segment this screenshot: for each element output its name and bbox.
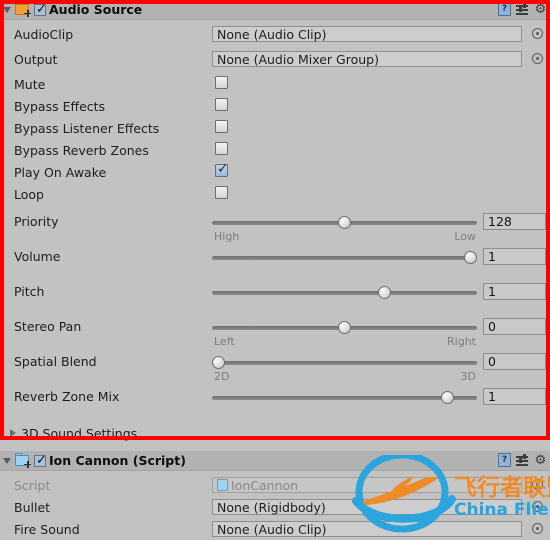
property-label-bypass-reverb-zones: Bypass Reverb Zones <box>14 142 149 158</box>
property-row-fire-sound: Fire Sound None (Audio Clip) <box>0 518 550 540</box>
object-field-fire-sound[interactable]: None (Audio Clip) <box>212 521 522 537</box>
property-row-audioclip: AudioClip None (Audio Clip) <box>0 23 550 45</box>
gear-icon[interactable]: ⚙ <box>534 3 547 16</box>
help-icon[interactable]: ? <box>498 2 511 16</box>
checkbox-loop[interactable] <box>215 186 228 199</box>
slider-subrow-stereo-pan: Left Right <box>0 335 550 351</box>
property-row-bypass-listener-effects: Bypass Listener Effects <box>0 117 550 139</box>
property-label-mute: Mute <box>14 76 46 92</box>
object-picker-icon-bullet[interactable] <box>532 501 543 512</box>
slider-max-label-spatial-blend: 3D <box>460 370 476 383</box>
foldout-3d-sound-settings[interactable]: 3D Sound Settings <box>0 421 550 445</box>
object-field-audioclip[interactable]: None (Audio Clip) <box>212 26 522 42</box>
foldout-toggle-audio-source[interactable] <box>0 0 13 19</box>
property-label-loop: Loop <box>14 186 44 202</box>
slider-subrow-priority: High Low <box>0 230 550 246</box>
property-row-play-on-awake: Play On Awake ✓ <box>0 161 550 183</box>
slider-track-pitch[interactable] <box>212 291 477 295</box>
slider-min-label-stereo-pan: Left <box>214 335 235 348</box>
property-row-bypass-effects: Bypass Effects <box>0 95 550 117</box>
property-label-bullet: Bullet <box>14 499 51 515</box>
slider-subrow-pitch <box>0 303 550 316</box>
property-label-output: Output <box>14 51 58 67</box>
property-label-play-on-awake: Play On Awake <box>14 164 107 180</box>
component-header-ion-cannon[interactable]: ✓ Ion Cannon (Script) ? ⚙ <box>0 451 550 471</box>
slider-knob-stereo-pan[interactable] <box>338 321 351 334</box>
number-field-reverb-zone-mix[interactable]: 1 <box>483 388 546 405</box>
slider-knob-spatial-blend[interactable] <box>212 356 225 369</box>
property-label-audioclip: AudioClip <box>14 26 74 42</box>
slider-track-volume[interactable] <box>212 256 477 260</box>
object-picker-icon-fire-sound[interactable] <box>532 523 543 534</box>
property-label-volume: Volume <box>14 249 61 264</box>
slider-track-reverb-zone-mix[interactable] <box>212 396 477 400</box>
object-field-output[interactable]: None (Audio Mixer Group) <box>212 51 522 67</box>
property-label-fire-sound: Fire Sound <box>14 521 80 537</box>
property-label-stereo-pan: Stereo Pan <box>14 319 82 334</box>
unity-inspector-panel: ✓ Audio Source ? ⚙ AudioClip None (Audio… <box>0 0 550 537</box>
checkbox-bypass-reverb-zones[interactable] <box>215 142 228 155</box>
property-row-output: Output None (Audio Mixer Group) <box>0 48 550 70</box>
property-label-script: Script <box>14 477 51 493</box>
slider-subrow-spatial-blend: 2D 3D <box>0 370 550 386</box>
object-field-bullet[interactable]: None (Rigidbody) <box>212 499 522 515</box>
object-picker-icon-audioclip[interactable] <box>532 28 543 39</box>
slider-knob-priority[interactable] <box>338 216 351 229</box>
property-label-bypass-listener-effects: Bypass Listener Effects <box>14 120 160 136</box>
component-title-audio-source: Audio Source <box>49 2 143 17</box>
slider-max-label-priority: Low <box>454 230 476 243</box>
slider-subrow-reverb-zone-mix <box>0 408 550 421</box>
property-label-pitch: Pitch <box>14 284 45 299</box>
property-row-pitch: Pitch 1 <box>0 281 550 303</box>
number-field-pitch[interactable]: 1 <box>483 283 546 300</box>
slider-min-label-spatial-blend: 2D <box>214 370 230 383</box>
number-field-volume[interactable]: 1 <box>483 248 546 265</box>
property-row-loop: Loop <box>0 183 550 205</box>
header-tools-ion-cannon: ? ⚙ <box>498 453 547 467</box>
component-header-audio-source[interactable]: ✓ Audio Source ? ⚙ <box>0 0 550 20</box>
property-row-script: Script IonCannon <box>0 474 550 496</box>
object-picker-icon-script[interactable] <box>532 479 543 490</box>
header-tools-audio-source: ? ⚙ <box>498 2 547 16</box>
script-file-icon <box>217 479 228 491</box>
object-picker-icon-output[interactable] <box>532 53 543 64</box>
property-row-bypass-reverb-zones: Bypass Reverb Zones <box>0 139 550 161</box>
preset-icon[interactable] <box>516 453 529 467</box>
slider-subrow-volume <box>0 268 550 281</box>
script-icon <box>15 452 31 468</box>
number-field-stereo-pan[interactable]: 0 <box>483 318 546 335</box>
slider-min-label-priority: High <box>214 230 240 243</box>
foldout-label-3d-sound-settings: 3D Sound Settings <box>21 425 138 441</box>
slider-knob-reverb-zone-mix[interactable] <box>441 391 455 404</box>
help-icon[interactable]: ? <box>498 453 511 467</box>
checkbox-mute[interactable] <box>215 76 228 89</box>
checkbox-play-on-awake[interactable]: ✓ <box>215 162 229 177</box>
component-enabled-checkbox-ion-cannon[interactable]: ✓ <box>34 454 47 467</box>
property-label-spatial-blend: Spatial Blend <box>14 354 97 369</box>
property-row-volume: Volume 1 <box>0 246 550 268</box>
object-field-script: IonCannon <box>212 477 522 493</box>
component-title-ion-cannon: Ion Cannon (Script) <box>49 453 186 468</box>
audio-source-icon <box>15 1 31 17</box>
foldout-toggle-ion-cannon[interactable] <box>0 451 13 470</box>
property-label-bypass-effects: Bypass Effects <box>14 98 106 114</box>
checkbox-bypass-effects[interactable] <box>215 98 228 111</box>
gear-icon[interactable]: ⚙ <box>534 454 547 467</box>
component-enabled-checkbox-audio-source[interactable]: ✓ <box>34 3 47 16</box>
slider-track-spatial-blend[interactable] <box>212 361 477 365</box>
slider-max-label-stereo-pan: Right <box>447 335 476 348</box>
checkbox-bypass-listener-effects[interactable] <box>215 120 228 133</box>
property-label-reverb-zone-mix: Reverb Zone Mix <box>14 389 120 404</box>
object-field-value-script: IonCannon <box>231 477 299 493</box>
property-row-bullet: Bullet None (Rigidbody) <box>0 496 550 518</box>
number-field-spatial-blend[interactable]: 0 <box>483 353 546 370</box>
slider-knob-volume[interactable] <box>464 251 477 264</box>
preset-icon[interactable] <box>516 2 529 16</box>
number-field-priority[interactable]: 128 <box>483 213 546 230</box>
property-label-priority: Priority <box>14 214 59 229</box>
slider-knob-pitch[interactable] <box>378 286 392 299</box>
property-row-reverb-zone-mix: Reverb Zone Mix 1 <box>0 386 550 408</box>
chevron-right-icon <box>10 429 16 437</box>
property-row-mute: Mute <box>0 73 550 95</box>
